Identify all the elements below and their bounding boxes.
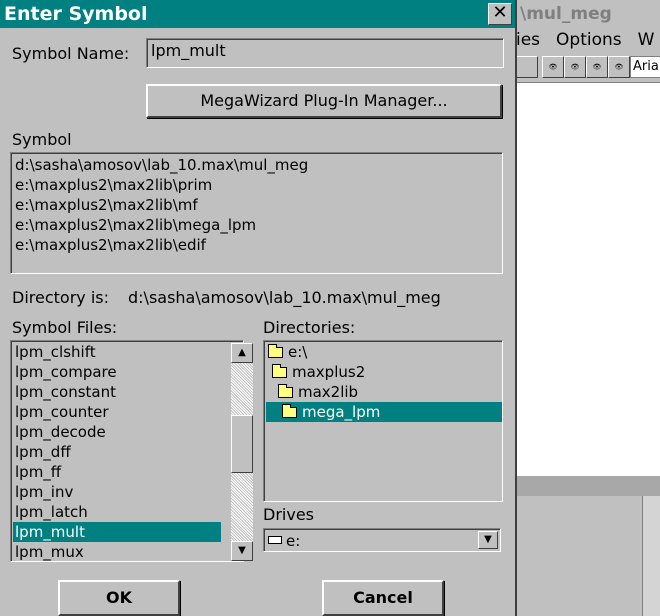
arrow-up-icon: ▲ [238, 347, 246, 358]
list-item[interactable]: lpm_counter [13, 402, 221, 422]
symbol-name-label: Symbol Name: [12, 44, 130, 63]
menu-item-options[interactable]: Options [556, 30, 622, 50]
symbol-files-label: Symbol Files: [12, 318, 118, 337]
directory-label: e:\ [288, 343, 308, 361]
symbol-name-input[interactable]: lpm_mult [146, 38, 504, 68]
drives-label: Drives [263, 505, 314, 524]
list-item[interactable]: lpm_latch [13, 502, 221, 522]
background-panel [642, 496, 660, 616]
directories-list[interactable]: e:\ maxplus2 max2lib mega_lpm [263, 340, 503, 502]
list-item[interactable]: e:\maxplus2\max2lib\edif [15, 235, 498, 255]
directory-is-label: Directory is: [12, 288, 109, 307]
list-item[interactable]: lpm_ff [13, 462, 221, 482]
directory-label: maxplus2 [292, 363, 366, 381]
dialog-title: Enter Symbol [4, 3, 148, 25]
editor-canvas[interactable] [516, 82, 660, 476]
scroll-thumb[interactable] [231, 415, 253, 473]
close-icon: ✕ [492, 2, 508, 23]
font-select[interactable]: Aria [630, 56, 660, 78]
directory-item[interactable]: maxplus2 [272, 362, 365, 382]
folder-open-icon [278, 384, 293, 398]
folder-open-icon [282, 404, 297, 418]
dropdown-button[interactable]: ▼ [478, 531, 498, 549]
scroll-up-button[interactable]: ▲ [231, 343, 253, 363]
arrow-down-icon: ▼ [238, 545, 246, 556]
drive-value: e: [286, 532, 301, 550]
horizontal-scrollbar[interactable] [516, 476, 660, 496]
cancel-button[interactable]: Cancel [322, 580, 444, 616]
list-item[interactable]: lpm_decode [13, 422, 221, 442]
folder-open-icon [272, 364, 287, 378]
directory-label: max2lib [298, 383, 359, 401]
toolbar-button-partial[interactable] [516, 56, 538, 78]
list-item[interactable]: lpm_mux [13, 542, 221, 562]
status-area [516, 496, 660, 616]
background-toolbar: 👁 👁 👁 👁 Aria [516, 54, 660, 80]
menu-item-partial[interactable]: ies [516, 30, 540, 50]
files-scrollbar[interactable]: ▲ ▼ [231, 343, 253, 561]
ok-button[interactable]: OK [58, 580, 180, 616]
list-item[interactable]: lpm_dff [13, 442, 221, 462]
menu-item-window[interactable]: W [638, 30, 655, 50]
list-item-selected[interactable]: lpm_mult [13, 522, 221, 542]
eye-icon[interactable]: 👁 [608, 56, 630, 78]
directories-label: Directories: [263, 318, 356, 337]
symbol-list-label: Symbol [12, 130, 72, 149]
list-item[interactable]: lpm_inv [13, 482, 221, 502]
directory-item[interactable]: max2lib [278, 382, 358, 402]
megawizard-button[interactable]: MegaWizard Plug-In Manager... [146, 84, 502, 118]
directory-is-value: d:\sasha\amosov\lab_10.max\mul_meg [128, 288, 441, 307]
list-item[interactable]: e:\maxplus2\max2lib\mf [15, 195, 498, 215]
folder-open-icon [268, 344, 283, 358]
eye-icon[interactable]: 👁 [542, 56, 564, 78]
directory-item[interactable]: e:\ [268, 342, 307, 362]
list-item[interactable]: d:\sasha\amosov\lab_10.max\mul_meg [15, 155, 498, 175]
enter-symbol-dialog: Enter Symbol ✕ Symbol Name: lpm_mult Meg… [0, 0, 517, 616]
chevron-down-icon: ▼ [484, 534, 492, 545]
list-item[interactable]: lpm_constant [13, 382, 221, 402]
dialog-titlebar[interactable]: Enter Symbol ✕ [0, 0, 515, 28]
list-item[interactable]: lpm_clshift [13, 342, 221, 362]
drives-select[interactable]: e: ▼ [263, 528, 501, 552]
symbol-library-list[interactable]: d:\sasha\amosov\lab_10.max\mul_meg e:\ma… [10, 152, 503, 274]
background-menubar: ies Options W [516, 28, 660, 52]
close-button[interactable]: ✕ [488, 3, 512, 25]
list-item[interactable]: e:\maxplus2\max2lib\mega_lpm [15, 215, 498, 235]
symbol-files-list[interactable]: lpm_clshift lpm_compare lpm_constant lpm… [10, 340, 253, 562]
eye-icon[interactable]: 👁 [564, 56, 586, 78]
drive-icon [268, 536, 282, 544]
directory-item-selected[interactable]: mega_lpm [266, 402, 502, 422]
list-item[interactable]: lpm_compare [13, 362, 221, 382]
list-item[interactable]: e:\maxplus2\max2lib\prim [15, 175, 498, 195]
background-window-title: \mul_meg [516, 0, 660, 28]
directory-label: mega_lpm [302, 403, 381, 421]
scroll-down-button[interactable]: ▼ [231, 541, 253, 561]
eye-icon[interactable]: 👁 [586, 56, 608, 78]
